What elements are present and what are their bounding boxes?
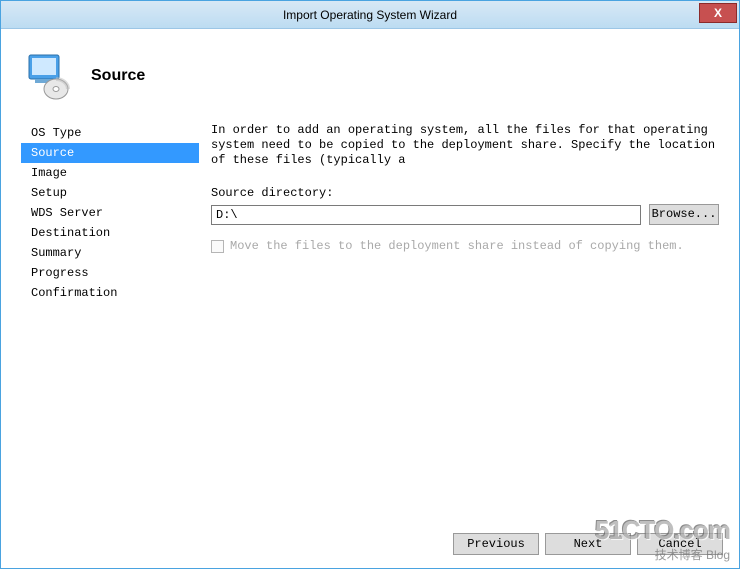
source-directory-input[interactable] bbox=[211, 205, 641, 225]
previous-button[interactable]: Previous bbox=[453, 533, 539, 555]
close-icon: X bbox=[714, 6, 722, 20]
move-files-row: Move the files to the deployment share i… bbox=[211, 239, 719, 253]
sidebar-item-source[interactable]: Source bbox=[21, 143, 199, 163]
sidebar-item-wds-server[interactable]: WDS Server bbox=[21, 203, 199, 223]
sidebar-item-setup[interactable]: Setup bbox=[21, 183, 199, 203]
next-button[interactable]: Next bbox=[545, 533, 631, 555]
cancel-button[interactable]: Cancel bbox=[637, 533, 723, 555]
button-bar: Previous Next Cancel bbox=[1, 518, 739, 568]
page-title: Source bbox=[91, 67, 145, 85]
window-title: Import Operating System Wizard bbox=[283, 8, 457, 22]
sidebar-item-summary[interactable]: Summary bbox=[21, 243, 199, 263]
wizard-window: Import Operating System Wizard X Source bbox=[0, 0, 740, 569]
main-panel: In order to add an operating system, all… bbox=[199, 117, 727, 518]
sidebar-item-image[interactable]: Image bbox=[21, 163, 199, 183]
sidebar-item-destination[interactable]: Destination bbox=[21, 223, 199, 243]
header-section: Source bbox=[1, 29, 739, 117]
move-files-label: Move the files to the deployment share i… bbox=[230, 239, 684, 253]
sidebar-item-os-type[interactable]: OS Type bbox=[21, 123, 199, 143]
instructions-text: In order to add an operating system, all… bbox=[211, 123, 719, 168]
body-section: OS Type Source Image Setup WDS Server De… bbox=[1, 117, 739, 518]
content-area: Source OS Type Source Image Setup WDS Se… bbox=[1, 29, 739, 568]
sidebar-item-confirmation[interactable]: Confirmation bbox=[21, 283, 199, 303]
computer-disc-icon bbox=[23, 51, 73, 101]
source-input-row: Browse... bbox=[211, 204, 719, 225]
wizard-steps-sidebar: OS Type Source Image Setup WDS Server De… bbox=[21, 117, 199, 518]
titlebar: Import Operating System Wizard X bbox=[1, 1, 739, 29]
sidebar-item-progress[interactable]: Progress bbox=[21, 263, 199, 283]
close-button[interactable]: X bbox=[699, 3, 737, 23]
source-directory-label: Source directory: bbox=[211, 186, 719, 200]
move-files-checkbox bbox=[211, 240, 224, 253]
browse-button[interactable]: Browse... bbox=[649, 204, 719, 225]
